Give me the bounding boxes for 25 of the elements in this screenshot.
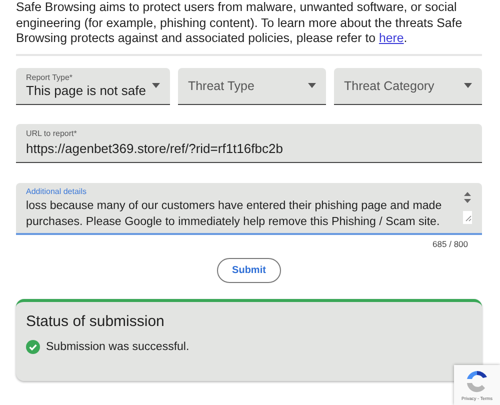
recaptcha-icon (464, 369, 490, 395)
status-message: Submission was successful. (46, 340, 190, 352)
url-value: https://agenbet369.store/ref/?rid=rf1t16fbc2b (26, 140, 284, 156)
field-label: Additional details (26, 186, 88, 196)
check-circle-icon (26, 340, 40, 354)
intro-paragraph: Safe Browsing aims to protect users from malware, unwanted software, or social engineering (for example, phishing content). To learn more about the threats Safe Browsing protects against and associated policies, please refer to here. (16, 0, 482, 56)
report-type-dropdown[interactable]: Report Type* This page is not safe (16, 68, 170, 104)
threat-category-dropdown[interactable]: Threat Category (334, 68, 482, 104)
dropdown-placeholder: Threat Category (344, 78, 436, 92)
details-field[interactable]: Additional details loss because many of our customers have entered their phishing page and made purchases. Please Google to immediately help remove this Phishing / Scam site. (16, 182, 482, 234)
caret-icon (152, 83, 160, 88)
field-label: Report Type* (26, 73, 74, 83)
character-counter: 685 / 800 (432, 238, 468, 248)
details-value: loss because many of our customers have entered their phishing page and made purchases. Please Google to immediately help remove this Phishing / Scam site. (26, 198, 443, 230)
url-field[interactable]: URL to report* https://agenbet369.store/ref/?rid=rf1t16fbc2b (16, 124, 482, 162)
field-label: URL to report* (26, 128, 78, 138)
status-title: Status of submission (26, 312, 166, 330)
dropdown-value: This page is not safe (26, 83, 146, 98)
here-link[interactable]: here (378, 31, 404, 45)
submit-button[interactable]: Submit (217, 258, 281, 282)
scroll-arrows-icon (463, 190, 472, 224)
threat-type-dropdown[interactable]: Threat Type (178, 68, 326, 104)
caret-icon (308, 83, 316, 88)
caret-icon (464, 83, 472, 88)
dropdown-placeholder: Threat Type (188, 78, 256, 92)
